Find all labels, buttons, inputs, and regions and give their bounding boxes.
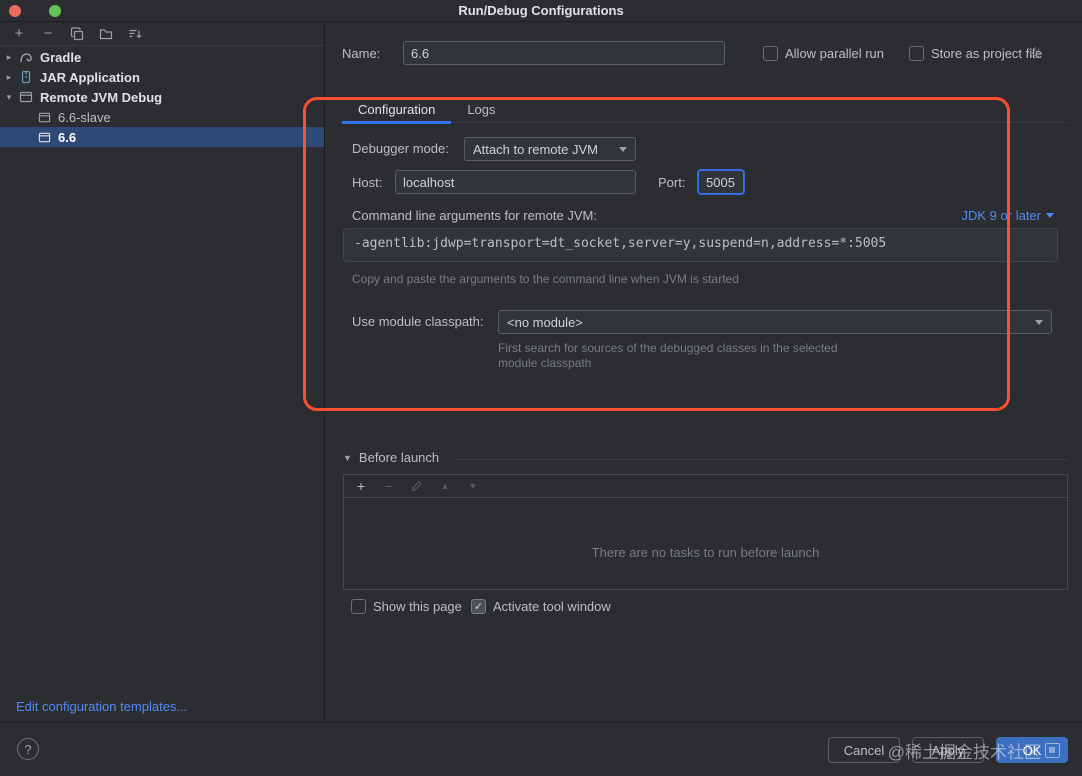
module-classpath-label: Use module classpath: bbox=[352, 314, 484, 329]
run-config-icon bbox=[36, 129, 52, 145]
cmdline-hint: Copy and paste the arguments to the comm… bbox=[352, 272, 739, 286]
chevron-right-icon[interactable]: ▸ bbox=[0, 52, 18, 63]
cmdline-args-label: Command line arguments for remote JVM: bbox=[352, 208, 597, 223]
tree-item-label: Remote JVM Debug bbox=[40, 89, 163, 105]
dialog-footer: ? Cancel Apply OK bbox=[0, 722, 1082, 776]
title-bar: Run/Debug Configurations bbox=[0, 0, 1082, 22]
before-launch-panel: + − ▲ ▼ There are no tasks to run before… bbox=[343, 474, 1068, 590]
tree-item-66-selected[interactable]: 6.6 bbox=[0, 127, 324, 147]
minus-icon: − bbox=[384, 478, 394, 494]
tree-item-label: Gradle bbox=[40, 49, 82, 65]
move-up-button[interactable]: ▲ bbox=[436, 477, 454, 495]
ok-button[interactable]: OK bbox=[996, 737, 1068, 763]
cmdline-args-field[interactable]: -agentlib:jdwp=transport=dt_socket,serve… bbox=[343, 228, 1058, 262]
edit-task-button[interactable] bbox=[408, 477, 426, 495]
debugger-mode-select[interactable]: Attach to remote JVM bbox=[464, 137, 636, 161]
sidebar-toolbar: + − bbox=[0, 22, 324, 46]
chevron-down-icon[interactable]: ▾ bbox=[0, 92, 18, 103]
name-label: Name: bbox=[342, 46, 381, 61]
edit-configuration-templates-link[interactable]: Edit configuration templates... bbox=[16, 699, 187, 714]
tree-item-66-slave[interactable]: 6.6-slave bbox=[0, 107, 324, 127]
move-down-button[interactable]: ▼ bbox=[464, 477, 482, 495]
activate-tool-window-checkbox[interactable]: ✓ bbox=[471, 598, 486, 614]
copy-configuration-button[interactable] bbox=[67, 24, 87, 44]
arrow-up-icon: ▲ bbox=[440, 481, 450, 491]
store-as-project-file-label: Store as project file bbox=[931, 45, 1043, 61]
show-this-page-checkbox[interactable] bbox=[351, 598, 366, 614]
before-launch-rule bbox=[456, 459, 1068, 460]
jdk-version-selector[interactable]: JDK 9 or later bbox=[962, 208, 1054, 223]
tab-bar: Configuration Logs bbox=[342, 96, 1068, 124]
run-config-icon bbox=[36, 109, 52, 125]
module-classpath-hint: First search for sources of the debugged… bbox=[498, 341, 838, 370]
chevron-down-icon bbox=[619, 146, 627, 152]
activate-tool-window-label: Activate tool window bbox=[493, 598, 611, 614]
jar-application-icon bbox=[18, 69, 34, 85]
show-this-page-option[interactable]: Show this page bbox=[351, 598, 462, 614]
before-launch-toolbar: + − ▲ ▼ bbox=[344, 475, 1067, 498]
before-launch-empty-text: There are no tasks to run before launch bbox=[591, 545, 820, 560]
chevron-down-icon: ▼ bbox=[343, 452, 352, 463]
tree-item-label: 6.6 bbox=[58, 129, 77, 145]
tab-logs[interactable]: Logs bbox=[451, 96, 511, 123]
remote-debug-icon bbox=[18, 89, 34, 105]
allow-parallel-run-label: Allow parallel run bbox=[785, 45, 884, 61]
arrow-down-icon: ▼ bbox=[468, 481, 478, 491]
activate-tool-window-option[interactable]: ✓ Activate tool window bbox=[471, 598, 611, 614]
run-debug-configurations-dialog: Run/Debug Configurations + − ▸ Gradle ▸ … bbox=[0, 0, 1082, 776]
store-as-project-file-checkbox[interactable] bbox=[909, 45, 924, 61]
tab-configuration[interactable]: Configuration bbox=[342, 96, 452, 124]
configurations-tree: ▸ Gradle ▸ JAR Application ▾ Remote JVM … bbox=[0, 47, 324, 147]
window-title: Run/Debug Configurations bbox=[458, 3, 624, 18]
remove-configuration-button[interactable]: − bbox=[38, 24, 58, 44]
show-this-page-label: Show this page bbox=[373, 598, 462, 614]
copy-icon bbox=[70, 26, 84, 40]
sort-icon bbox=[129, 29, 142, 38]
name-input[interactable] bbox=[403, 41, 725, 65]
tree-item-remote-jvm-debug[interactable]: ▾ Remote JVM Debug bbox=[0, 87, 324, 107]
configurations-sidebar: + − ▸ Gradle ▸ JAR Application ▾ Remote … bbox=[0, 22, 325, 722]
move-to-folder-button[interactable] bbox=[96, 24, 116, 44]
chevron-down-icon bbox=[1035, 319, 1043, 325]
tree-item-jar-application[interactable]: ▸ JAR Application bbox=[0, 67, 324, 87]
question-icon: ? bbox=[24, 741, 32, 757]
host-input[interactable] bbox=[395, 170, 636, 194]
plus-icon: + bbox=[356, 478, 366, 494]
chevron-down-icon bbox=[1046, 213, 1054, 218]
plus-icon: + bbox=[14, 25, 24, 42]
remove-task-button[interactable]: − bbox=[380, 477, 398, 495]
host-label: Host: bbox=[352, 175, 383, 190]
chevron-right-icon[interactable]: ▸ bbox=[0, 72, 18, 83]
add-configuration-button[interactable]: + bbox=[9, 24, 29, 44]
before-launch-title: Before launch bbox=[358, 450, 440, 465]
allow-parallel-run-option[interactable]: Allow parallel run bbox=[763, 45, 884, 61]
store-as-project-file-option[interactable]: Store as project file bbox=[909, 45, 1042, 61]
port-label: Port: bbox=[658, 175, 686, 190]
module-classpath-select[interactable]: <no module> bbox=[498, 310, 1052, 334]
debugger-mode-label: Debugger mode: bbox=[352, 141, 449, 156]
tree-item-gradle[interactable]: ▸ Gradle bbox=[0, 47, 324, 67]
pencil-icon bbox=[411, 481, 422, 492]
gear-icon bbox=[1029, 47, 1041, 59]
apply-button[interactable]: Apply bbox=[912, 737, 984, 763]
add-task-button[interactable]: + bbox=[352, 477, 370, 495]
configuration-editor: Name: Allow parallel run Store as projec… bbox=[326, 22, 1082, 722]
sort-configurations-button[interactable] bbox=[125, 24, 145, 44]
help-button[interactable]: ? bbox=[17, 738, 39, 760]
tree-item-label: JAR Application bbox=[40, 69, 140, 85]
folder-icon bbox=[99, 28, 113, 39]
allow-parallel-run-checkbox[interactable] bbox=[763, 45, 778, 61]
store-settings-button[interactable] bbox=[1028, 46, 1042, 60]
before-launch-toggle[interactable]: ▼ Before launch bbox=[343, 450, 439, 465]
port-input[interactable] bbox=[698, 170, 744, 194]
gradle-icon bbox=[18, 49, 34, 65]
minus-icon: − bbox=[43, 25, 53, 42]
cancel-button[interactable]: Cancel bbox=[828, 737, 900, 763]
tree-item-label: 6.6-slave bbox=[58, 109, 111, 125]
